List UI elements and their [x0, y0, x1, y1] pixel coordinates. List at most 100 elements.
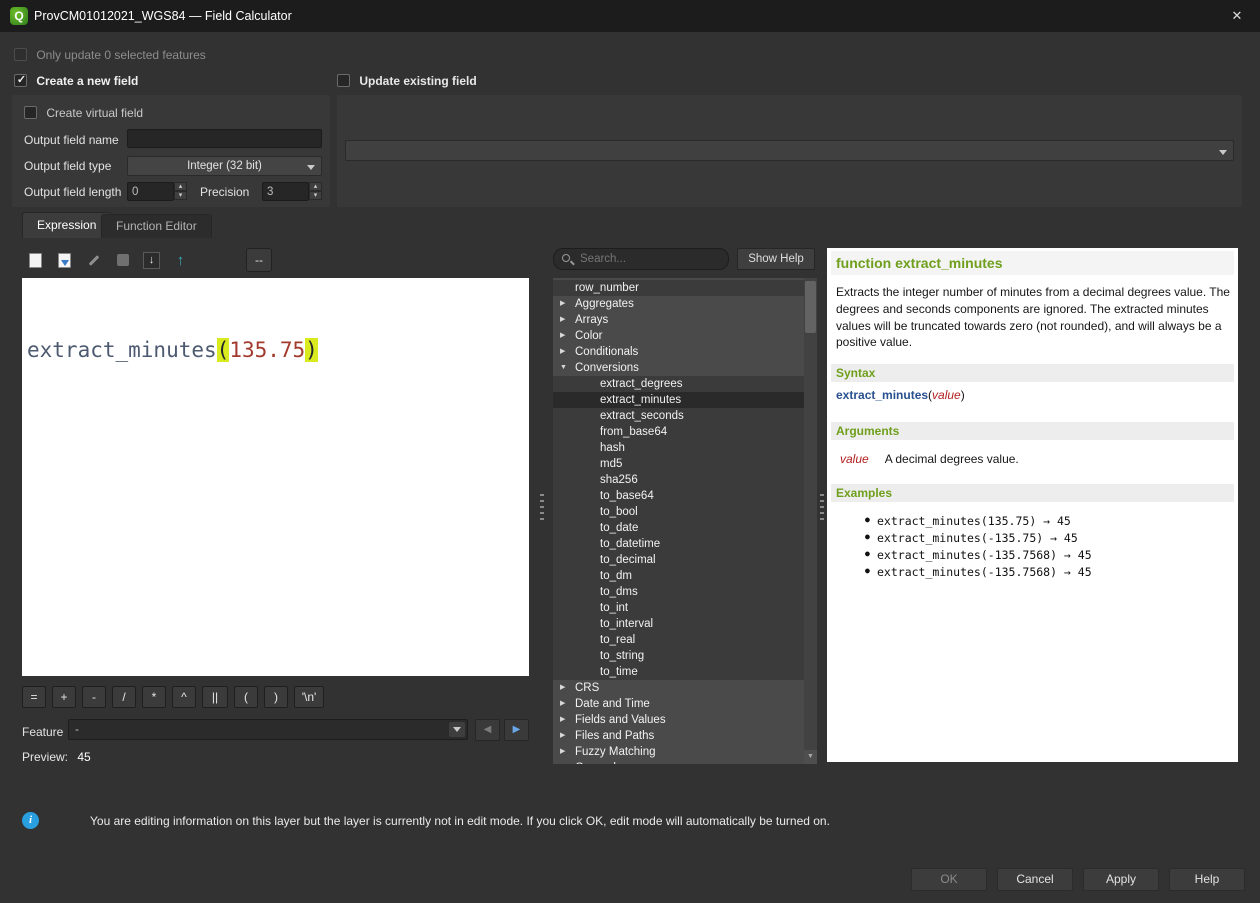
update-existing-field-checkbox[interactable]: ✓ Update existing field — [337, 73, 477, 88]
tree-group-color[interactable]: ▶Color — [553, 328, 804, 344]
tree-item-row-number[interactable]: row_number — [553, 280, 804, 296]
previous-feature-button[interactable]: ◀ — [475, 719, 500, 741]
operator-plus-button[interactable]: + — [52, 686, 76, 708]
splitter-right-handle[interactable] — [820, 494, 824, 520]
save-expression-button[interactable] — [51, 248, 78, 272]
title-bar[interactable]: Q ProvCM01012021_WGS84 — Field Calculato… — [0, 0, 1260, 32]
scrollbar-thumb[interactable] — [805, 281, 816, 333]
feature-select[interactable]: - — [68, 719, 468, 740]
search-icon — [562, 254, 570, 262]
checkbox-icon[interactable]: ✓ — [24, 106, 37, 119]
tree-item-to-decimal[interactable]: to_decimal — [553, 552, 804, 568]
output-field-length-stepper[interactable]: ▴ ▾ — [174, 182, 187, 200]
scroll-down-icon[interactable]: ▼ — [804, 750, 817, 764]
checkbox-icon[interactable]: ✓ — [337, 74, 350, 87]
bullet-icon: ● — [865, 532, 870, 541]
checkbox-icon[interactable]: ✓ — [14, 48, 27, 61]
tree-group-date-and-time[interactable]: ▶Date and Time — [553, 696, 804, 712]
tree-group-conversions[interactable]: ▼Conversions — [553, 360, 804, 376]
new-file-icon — [29, 253, 42, 268]
tree-item-hash[interactable]: hash — [553, 440, 804, 456]
create-virtual-field-checkbox[interactable]: ✓ Create virtual field — [24, 105, 143, 120]
precision-stepper[interactable]: ▴ ▾ — [309, 182, 322, 200]
output-field-name-input[interactable] — [127, 129, 322, 148]
tree-group-conditionals[interactable]: ▶Conditionals — [553, 344, 804, 360]
remove-expression-button[interactable] — [109, 248, 136, 272]
tree-item-to-dms[interactable]: to_dms — [553, 584, 804, 600]
existing-field-select[interactable] — [345, 140, 1234, 161]
tree-item-sha256[interactable]: sha256 — [553, 472, 804, 488]
tree-group-aggregates[interactable]: ▶Aggregates — [553, 296, 804, 312]
tree-item-extract-degrees[interactable]: extract_degrees — [553, 376, 804, 392]
tree-group-fields-and-values[interactable]: ▶Fields and Values — [553, 712, 804, 728]
operator-power-button[interactable]: ^ — [172, 686, 196, 708]
create-new-field-checkbox[interactable]: ✓ Create a new field — [14, 73, 138, 88]
function-help-panel: function extract_minutes Extracts the in… — [827, 248, 1238, 762]
operator-equals-button[interactable]: = — [22, 686, 46, 708]
tree-group-fuzzy-matching[interactable]: ▶Fuzzy Matching — [553, 744, 804, 760]
show-help-button[interactable]: Show Help — [737, 248, 815, 270]
export-expressions-button[interactable]: ↑ — [167, 248, 194, 272]
comment-button[interactable]: -- — [246, 248, 272, 272]
operator-divide-button[interactable]: / — [112, 686, 136, 708]
output-field-length-input[interactable] — [127, 182, 174, 201]
tree-item-from-base64[interactable]: from_base64 — [553, 424, 804, 440]
tree-scrollbar[interactable]: ▼ — [804, 278, 817, 764]
tab-function-editor[interactable]: Function Editor — [101, 214, 212, 238]
preview-value: 45 — [77, 750, 90, 764]
checkbox-icon[interactable]: ✓ — [14, 74, 27, 87]
spin-up-icon[interactable]: ▴ — [174, 182, 187, 191]
splitter-left-handle[interactable] — [540, 494, 544, 520]
tree-item-to-bool[interactable]: to_bool — [553, 504, 804, 520]
search-input[interactable] — [580, 251, 720, 267]
tree-item-to-real[interactable]: to_real — [553, 632, 804, 648]
help-button[interactable]: Help — [1169, 868, 1245, 891]
only-update-label: Only update 0 selected features — [36, 48, 205, 62]
example-item: ●extract_minutes(-135.7568) → 45 — [877, 548, 1092, 562]
open-paren-token: ( — [217, 338, 230, 362]
next-feature-button[interactable]: ▶ — [504, 719, 529, 741]
tree-group-files-and-paths[interactable]: ▶Files and Paths — [553, 728, 804, 744]
tree-item-to-base64[interactable]: to_base64 — [553, 488, 804, 504]
tree-item-to-datetime[interactable]: to_datetime — [553, 536, 804, 552]
cancel-button[interactable]: Cancel — [997, 868, 1073, 891]
example-item: ●extract_minutes(-135.7568) → 45 — [877, 565, 1092, 579]
tree-group-general[interactable]: ▶General — [553, 760, 804, 764]
tree-group-crs[interactable]: ▶CRS — [553, 680, 804, 696]
output-field-type-select[interactable]: Integer (32 bit) — [127, 156, 322, 176]
only-update-checkbox[interactable]: ✓ Only update 0 selected features — [14, 47, 206, 62]
tree-item-to-time[interactable]: to_time — [553, 664, 804, 680]
ok-button[interactable]: OK — [911, 868, 987, 891]
output-field-type-value: Integer (32 bit) — [187, 160, 262, 172]
operator-close-paren-button[interactable]: ) — [264, 686, 288, 708]
spin-down-icon[interactable]: ▾ — [309, 191, 322, 200]
tree-item-to-interval[interactable]: to_interval — [553, 616, 804, 632]
import-expressions-button[interactable]: ↓ — [138, 248, 165, 272]
tree-item-to-date[interactable]: to_date — [553, 520, 804, 536]
spin-up-icon[interactable]: ▴ — [309, 182, 322, 191]
edit-expression-button[interactable] — [80, 248, 107, 272]
tree-item-md5[interactable]: md5 — [553, 456, 804, 472]
tree-item-extract-minutes[interactable]: extract_minutes — [553, 392, 804, 408]
tree-item-to-string[interactable]: to_string — [553, 648, 804, 664]
tree-group-arrays[interactable]: ▶Arrays — [553, 312, 804, 328]
chevron-down-icon[interactable] — [449, 722, 465, 737]
apply-button[interactable]: Apply — [1083, 868, 1159, 891]
operator-newline-button[interactable]: '\n' — [294, 686, 324, 708]
operator-concat-button[interactable]: || — [202, 686, 228, 708]
tree-item-extract-seconds[interactable]: extract_seconds — [553, 408, 804, 424]
expression-editor[interactable]: extract_minutes(135.75) — [22, 278, 529, 676]
new-expression-button[interactable] — [22, 248, 49, 272]
tab-expression[interactable]: Expression — [22, 212, 111, 238]
precision-input[interactable] — [262, 182, 309, 201]
operator-multiply-button[interactable]: * — [142, 686, 166, 708]
tree-item-to-dm[interactable]: to_dm — [553, 568, 804, 584]
example-item: ●extract_minutes(135.75) → 45 — [877, 514, 1071, 528]
function-search[interactable] — [553, 248, 729, 270]
operator-minus-button[interactable]: - — [82, 686, 106, 708]
tree-item-to-int[interactable]: to_int — [553, 600, 804, 616]
operator-open-paren-button[interactable]: ( — [234, 686, 258, 708]
close-icon[interactable]: ✕ — [1214, 0, 1260, 32]
spin-down-icon[interactable]: ▾ — [174, 191, 187, 200]
chevron-right-icon: ▶ — [560, 744, 565, 760]
